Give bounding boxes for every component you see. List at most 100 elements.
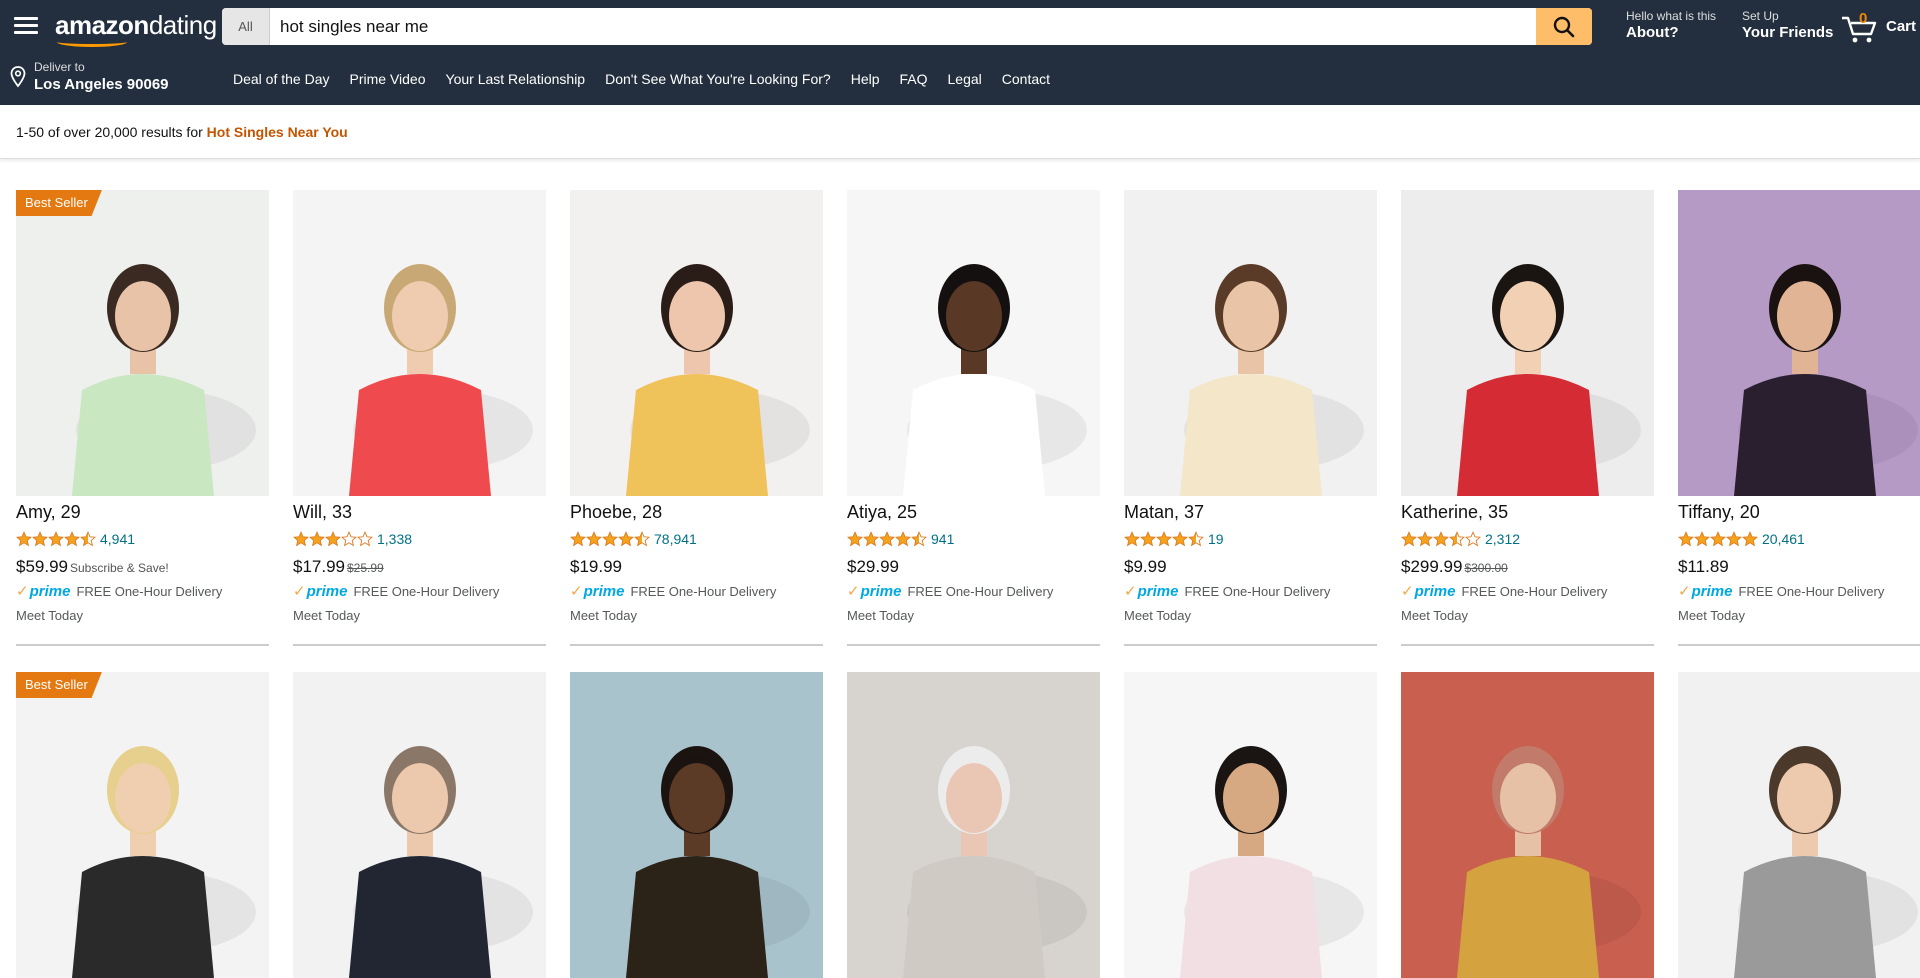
price-value: $299.99 bbox=[1401, 557, 1463, 576]
star-icon bbox=[1417, 531, 1433, 547]
listing-photo[interactable] bbox=[570, 672, 823, 978]
meet-today-text: Meet Today bbox=[847, 608, 914, 623]
prime-delivery: ✓ prime FREE One-Hour Delivery bbox=[16, 582, 222, 601]
listing-photo[interactable] bbox=[1124, 672, 1377, 978]
star-rating bbox=[570, 531, 650, 547]
star-icon bbox=[1433, 531, 1449, 547]
listing-photo[interactable]: Best Seller bbox=[16, 190, 269, 496]
listing-photo[interactable]: Best Seller bbox=[16, 672, 269, 978]
listing-photo[interactable] bbox=[1124, 190, 1377, 496]
listing-rating[interactable]: 2,312 bbox=[1401, 530, 1520, 548]
search-input[interactable] bbox=[270, 8, 1530, 45]
prime-delivery: ✓ prime FREE One-Hour Delivery bbox=[1678, 582, 1884, 601]
star-icon bbox=[325, 531, 341, 547]
listing-price: $299.99 $300.00 bbox=[1401, 557, 1508, 577]
price-value: $29.99 bbox=[847, 557, 899, 576]
review-count[interactable]: 2,312 bbox=[1485, 531, 1520, 547]
nav-link-deal-of-the-day[interactable]: Deal of the Day bbox=[233, 71, 330, 87]
listing-rating[interactable]: 19 bbox=[1124, 530, 1224, 548]
listing-photo[interactable] bbox=[1678, 190, 1920, 496]
star-icon bbox=[309, 531, 325, 547]
cart-button[interactable]: 0 Cart bbox=[1840, 10, 1920, 46]
review-count[interactable]: 941 bbox=[931, 531, 954, 547]
star-icon bbox=[1694, 531, 1710, 547]
prime-check-icon: ✓ bbox=[1678, 583, 1691, 600]
delivery-text: FREE One-Hour Delivery bbox=[1461, 583, 1608, 599]
best-seller-badge: Best Seller bbox=[16, 190, 102, 216]
prime-label: prime bbox=[306, 582, 348, 600]
about-big-text: About? bbox=[1626, 24, 1679, 41]
amazon-dating-logo[interactable]: amazondating bbox=[55, 10, 217, 47]
cart-count: 0 bbox=[1859, 10, 1868, 27]
star-icon bbox=[1726, 531, 1742, 547]
deliver-small-text: Deliver to bbox=[34, 60, 85, 74]
about-link[interactable]: Hello what is this About? bbox=[1626, 9, 1716, 42]
results-query[interactable]: Hot Singles Near You bbox=[207, 124, 348, 140]
listing-rating[interactable]: 20,461 bbox=[1678, 530, 1805, 548]
search-bar: All bbox=[222, 8, 1592, 45]
star-icon bbox=[1678, 531, 1694, 547]
star-icon bbox=[586, 531, 602, 547]
listing-photo[interactable] bbox=[570, 190, 823, 496]
listing-name[interactable]: Will, 33 bbox=[293, 502, 352, 523]
listing-rating[interactable]: 78,941 bbox=[570, 530, 697, 548]
nav-link-legal[interactable]: Legal bbox=[948, 71, 982, 87]
nav-link-prime-video[interactable]: Prime Video bbox=[350, 71, 426, 87]
star-icon bbox=[16, 531, 32, 547]
listing-name[interactable]: Katherine, 35 bbox=[1401, 502, 1508, 523]
prime-check-icon: ✓ bbox=[1124, 583, 1137, 600]
prime-badge: ✓ prime bbox=[293, 582, 348, 601]
search-category-dropdown[interactable]: All bbox=[222, 8, 270, 45]
star-icon bbox=[357, 531, 373, 547]
star-icon bbox=[570, 531, 586, 547]
search-button[interactable] bbox=[1536, 8, 1592, 45]
star-icon bbox=[48, 531, 64, 547]
listing-photo[interactable] bbox=[1678, 672, 1920, 978]
listing-photo[interactable] bbox=[1401, 190, 1654, 496]
listing-photo[interactable] bbox=[293, 190, 546, 496]
star-icon bbox=[847, 531, 863, 547]
listing-name[interactable]: Tiffany, 20 bbox=[1678, 502, 1760, 523]
listing-name[interactable]: Atiya, 25 bbox=[847, 502, 917, 523]
review-count[interactable]: 20,461 bbox=[1762, 531, 1805, 547]
menu-icon[interactable] bbox=[14, 17, 38, 35]
nav-link-your-last-relationship[interactable]: Your Last Relationship bbox=[446, 71, 586, 87]
listing-photo[interactable] bbox=[847, 672, 1100, 978]
set-up-friends-link[interactable]: Set Up Your Friends bbox=[1742, 9, 1833, 42]
star-icon bbox=[1465, 531, 1481, 547]
star-icon bbox=[80, 531, 96, 547]
prime-label: prime bbox=[29, 582, 71, 600]
listing-price: $19.99 bbox=[570, 557, 622, 577]
review-count[interactable]: 1,338 bbox=[377, 531, 412, 547]
listing-rating[interactable]: 941 bbox=[847, 530, 954, 548]
star-icon bbox=[911, 531, 927, 547]
nav-link-contact[interactable]: Contact bbox=[1002, 71, 1050, 87]
listing-name[interactable]: Phoebe, 28 bbox=[570, 502, 662, 523]
listing-rating[interactable]: 1,338 bbox=[293, 530, 412, 548]
card-divider bbox=[293, 644, 546, 646]
listing-rating[interactable]: 4,941 bbox=[16, 530, 135, 548]
prime-delivery: ✓ prime FREE One-Hour Delivery bbox=[1124, 582, 1331, 601]
cart-label: Cart bbox=[1886, 18, 1917, 35]
deliver-location-text: Los Angeles 90069 bbox=[34, 76, 169, 93]
listing-price: $9.99 bbox=[1124, 557, 1167, 577]
prime-check-icon: ✓ bbox=[1401, 583, 1414, 600]
search-icon bbox=[1553, 16, 1575, 37]
review-count[interactable]: 4,941 bbox=[100, 531, 135, 547]
listing-photo[interactable] bbox=[1401, 672, 1654, 978]
listing-name[interactable]: Matan, 37 bbox=[1124, 502, 1204, 523]
star-icon bbox=[879, 531, 895, 547]
nav-link-faq[interactable]: FAQ bbox=[900, 71, 928, 87]
listing-photo[interactable] bbox=[293, 672, 546, 978]
star-icon bbox=[1172, 531, 1188, 547]
best-seller-badge: Best Seller bbox=[16, 672, 102, 698]
listing-name[interactable]: Amy, 29 bbox=[16, 502, 81, 523]
results-prefix: 1-50 of over 20,000 results for bbox=[16, 124, 207, 140]
delivery-text: FREE One-Hour Delivery bbox=[1184, 583, 1331, 599]
nav-link-help[interactable]: Help bbox=[851, 71, 880, 87]
listing-photo[interactable] bbox=[847, 190, 1100, 496]
nav-link-dont-see-what-youre-looking-for[interactable]: Don't See What You're Looking For? bbox=[605, 71, 831, 87]
review-count[interactable]: 19 bbox=[1208, 531, 1224, 547]
old-price: $25.99 bbox=[347, 561, 384, 575]
review-count[interactable]: 78,941 bbox=[654, 531, 697, 547]
